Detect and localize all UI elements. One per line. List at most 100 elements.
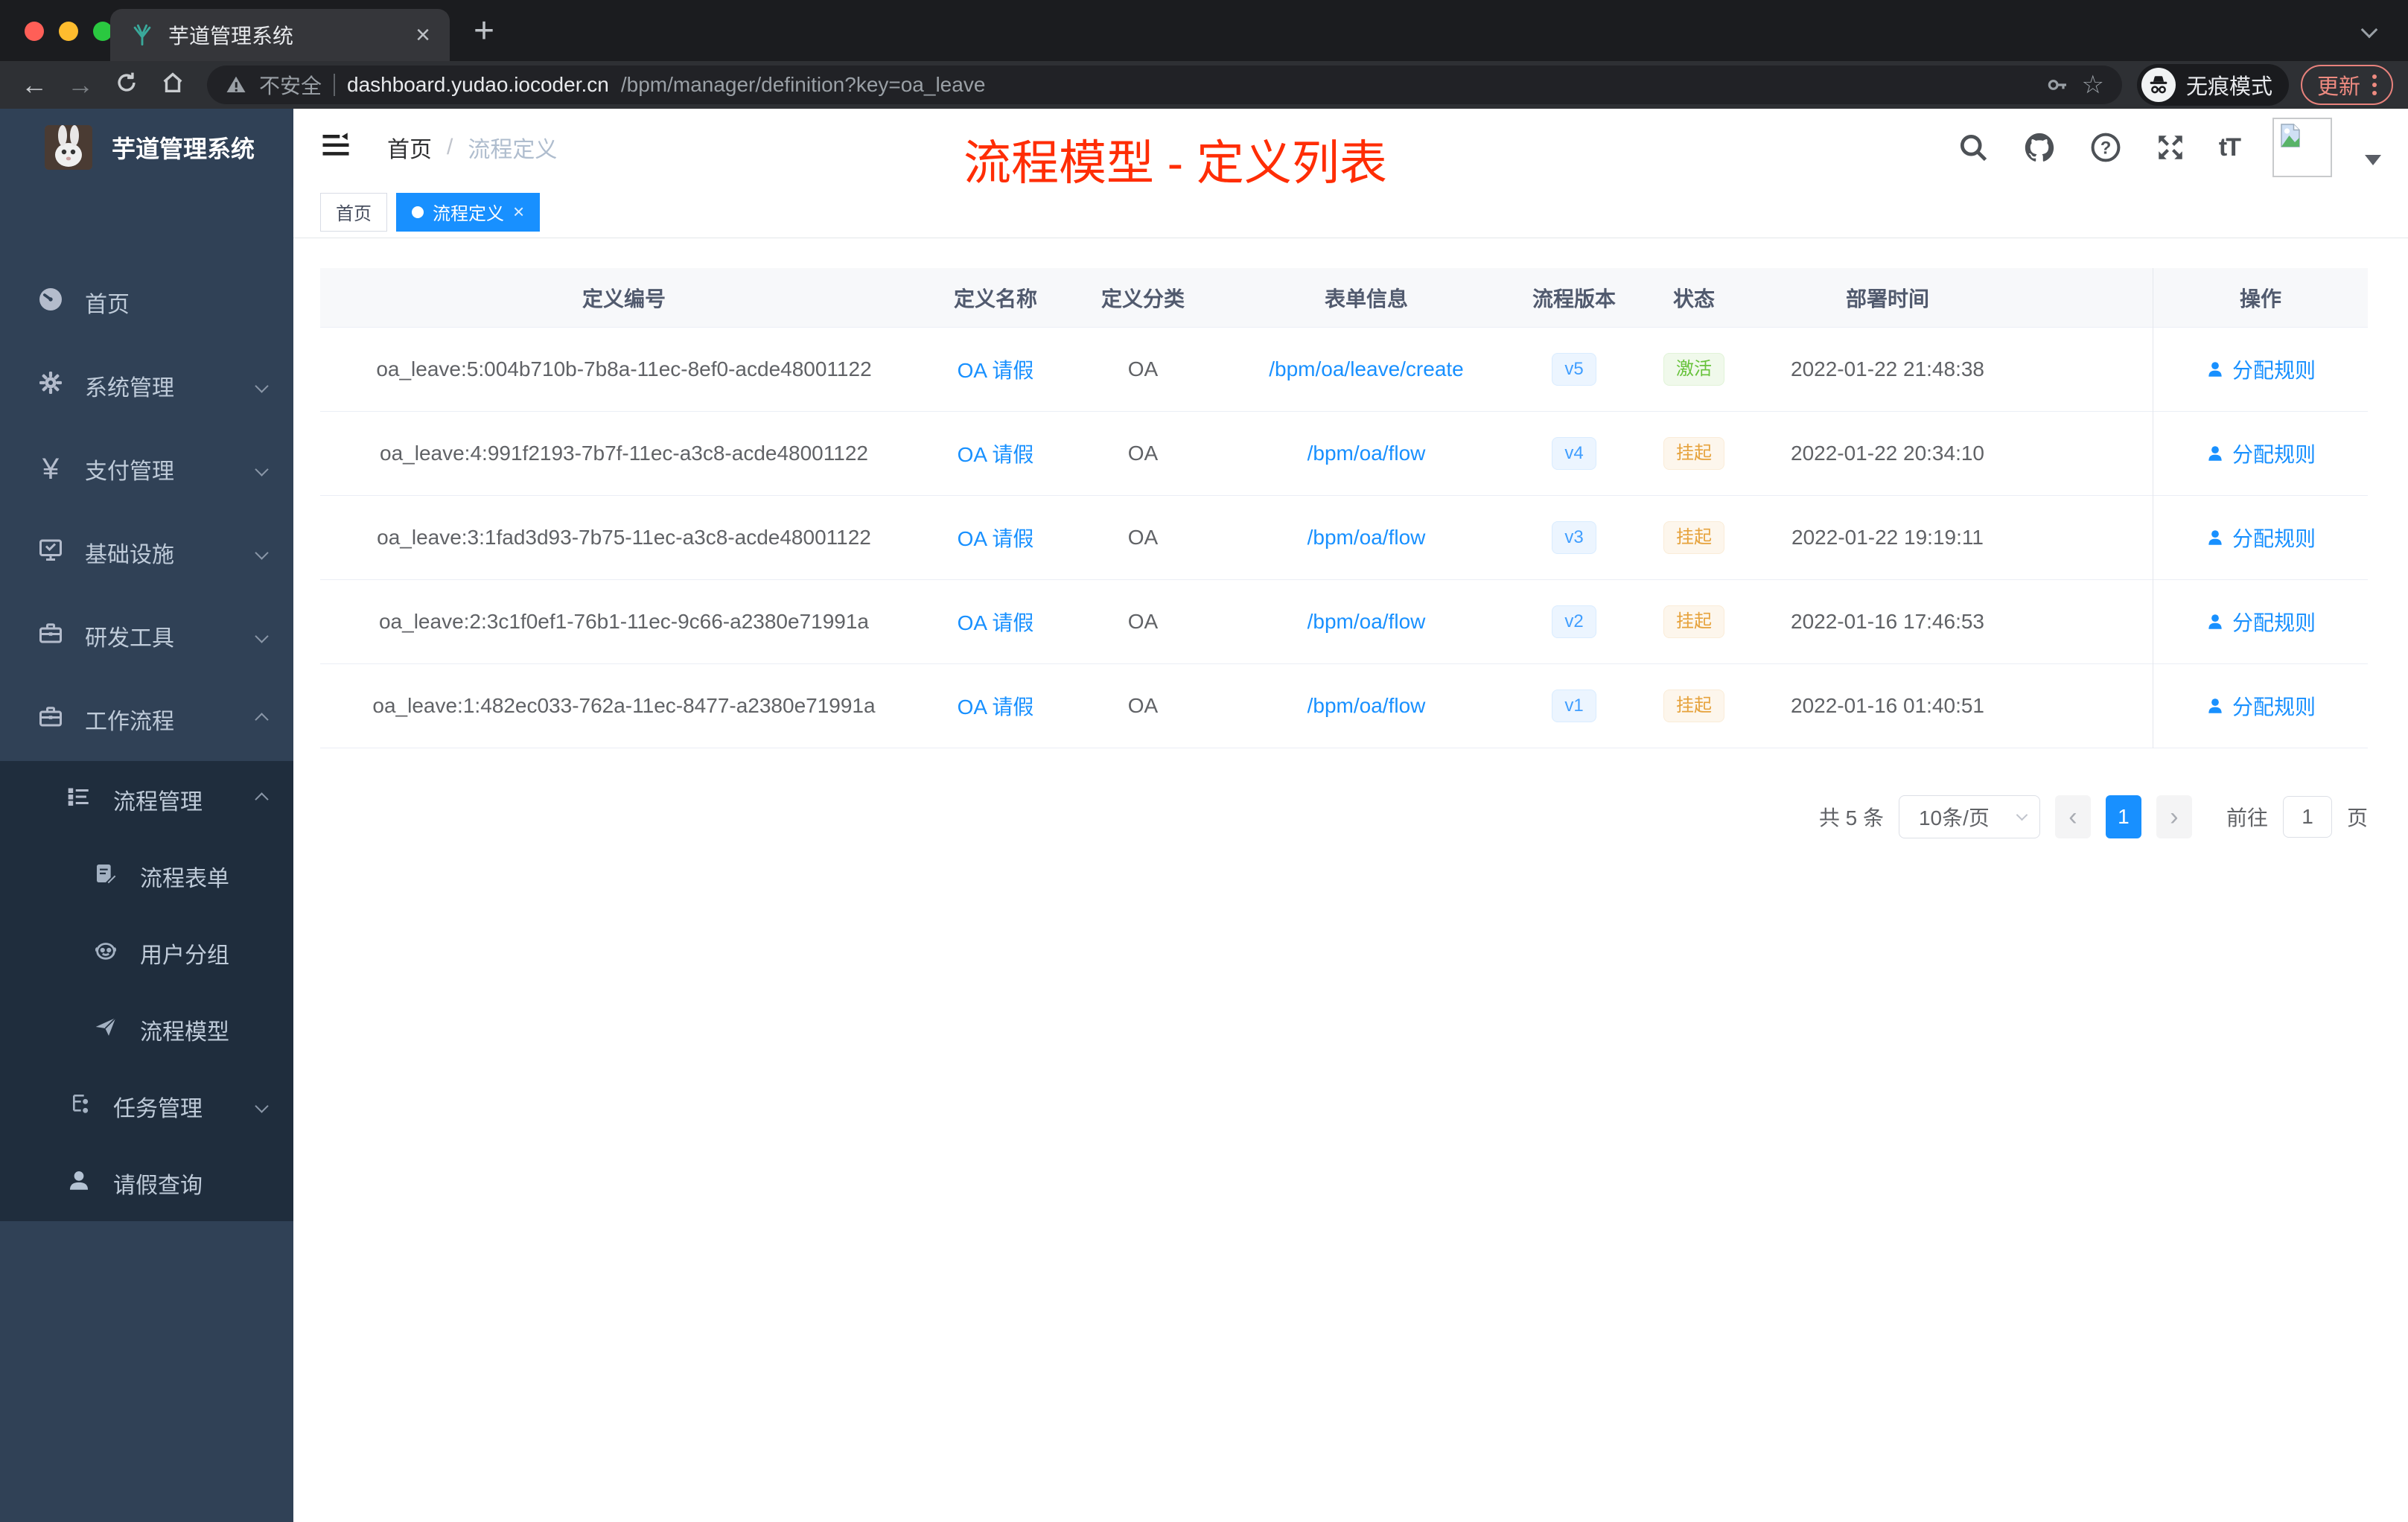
tab-search-chevron-icon[interactable]	[2360, 21, 2378, 39]
window-controls[interactable]	[25, 22, 112, 41]
tag-close-icon[interactable]: ×	[513, 200, 524, 223]
avatar-caret-icon[interactable]	[2365, 155, 2381, 165]
sidebar-item-process-model[interactable]: 流程模型	[0, 991, 293, 1068]
font-size-button[interactable]: tT	[2219, 133, 2241, 162]
sidebar-item-label: 用户分组	[140, 943, 229, 968]
sidebar-item-label: 基础设施	[85, 543, 174, 567]
navbar-actions: ? tT	[1957, 109, 2381, 186]
sidebar-item-payment[interactable]: ¥ 支付管理	[0, 427, 293, 511]
security-label[interactable]: 不安全	[259, 70, 322, 100]
incognito-badge: 无痕模式	[2136, 64, 2289, 106]
browser-menu-icon[interactable]	[2372, 74, 2377, 95]
github-icon[interactable]	[2022, 130, 2057, 165]
sidebar-item-workflow[interactable]: 工作流程	[0, 678, 293, 761]
window-close-button[interactable]	[25, 22, 44, 41]
definition-name-link[interactable]: OA 请假	[958, 527, 1034, 550]
sidebar-item-system[interactable]: 系统管理	[0, 344, 293, 427]
sidebar: 芋道管理系统 首页 系统管理 ¥ 支付管理 基础设施 研发工具 工作流程 流程管…	[0, 109, 293, 1522]
goto-page-input[interactable]: 1	[2282, 796, 2332, 838]
assign-rule-button[interactable]: 分配规则	[2205, 523, 2316, 553]
assign-rule-button[interactable]: 分配规则	[2205, 354, 2316, 384]
new-tab-button[interactable]: +	[474, 13, 494, 49]
face-icon	[91, 937, 121, 969]
col-header-id: 定义编号	[582, 287, 666, 311]
form-link[interactable]: /bpm/oa/leave/create	[1269, 357, 1464, 380]
chevron-up-icon	[255, 712, 269, 727]
goto-label: 前往	[2226, 806, 2268, 830]
status-badge: 挂起	[1663, 605, 1724, 639]
breadcrumb-current: 流程定义	[468, 138, 558, 162]
address-bar[interactable]: 不安全 dashboard.yudao.iocoder.cn/bpm/manag…	[207, 66, 2122, 104]
definition-id: oa_leave:5:004b710b-7b8a-11ec-8ef0-acde4…	[376, 357, 872, 380]
form-link[interactable]: /bpm/oa/flow	[1307, 610, 1426, 633]
page-annotation-title: 流程模型 - 定义列表	[963, 136, 1387, 190]
col-header-action: 操作	[2239, 287, 2281, 311]
password-key-icon[interactable]	[2045, 73, 2069, 97]
app-logo-row[interactable]: 芋道管理系统	[0, 109, 293, 186]
sidebar-item-label: 流程表单	[140, 866, 229, 891]
bookmark-star-icon[interactable]: ☆	[2081, 70, 2103, 100]
url-path[interactable]: /bpm/manager/definition?key=oa_leave	[621, 73, 986, 97]
sidebar-item-process-form[interactable]: 流程表单	[0, 838, 293, 914]
reload-icon[interactable]	[107, 70, 146, 100]
sidebar-item-leave-query[interactable]: 请假查询	[0, 1144, 293, 1221]
browser-tab[interactable]: 芋道管理系统 ×	[110, 9, 450, 61]
gear-icon	[36, 369, 66, 402]
col-header-form: 表单信息	[1324, 287, 1408, 311]
deploy-time: 2022-01-16 01:40:51	[1791, 694, 1984, 717]
url-host[interactable]: dashboard.yudao.iocoder.cn	[347, 73, 609, 97]
svg-text:?: ?	[2100, 138, 2112, 158]
col-header-version: 流程版本	[1532, 287, 1616, 311]
form-link[interactable]: /bpm/oa/flow	[1307, 526, 1426, 549]
col-header-category: 定义分类	[1101, 287, 1185, 311]
sidebar-item-process-mgmt[interactable]: 流程管理	[0, 761, 293, 838]
user-avatar[interactable]	[2272, 118, 2332, 177]
prev-page-button[interactable]: ‹	[2054, 795, 2091, 838]
next-page-button[interactable]: ›	[2156, 795, 2192, 838]
tab-title: 芋道管理系统	[168, 25, 294, 48]
sidebar-item-user-group[interactable]: 用户分组	[0, 914, 293, 991]
tab-close-icon[interactable]: ×	[415, 22, 430, 48]
forward-icon[interactable]: →	[61, 71, 100, 98]
version-badge: v3	[1552, 520, 1596, 555]
app-logo-avatar	[45, 125, 92, 170]
help-icon[interactable]: ?	[2089, 131, 2122, 164]
chevron-down-icon	[255, 378, 269, 393]
sidebar-item-task-mgmt[interactable]: 任务管理	[0, 1068, 293, 1144]
home-icon[interactable]	[153, 70, 192, 100]
sidebar-item-home[interactable]: 首页	[0, 261, 293, 344]
back-icon[interactable]: ←	[15, 71, 54, 98]
main-area: 首页 / 流程定义 流程模型 - 定义列表 ? tT 首页 流程定义 × 定义编…	[293, 109, 2408, 1522]
definition-name-link[interactable]: OA 请假	[958, 359, 1034, 382]
site-favicon-icon	[133, 24, 151, 46]
assign-rule-button[interactable]: 分配规则	[2205, 607, 2316, 637]
user-icon	[2208, 614, 2222, 629]
sidebar-item-devtools[interactable]: 研发工具	[0, 594, 293, 678]
fullscreen-icon[interactable]	[2155, 132, 2186, 163]
current-page-button[interactable]: 1	[2105, 795, 2141, 838]
incognito-label: 无痕模式	[2185, 75, 2272, 99]
breadcrumb-home[interactable]: 首页	[387, 131, 432, 164]
window-minimize-button[interactable]	[59, 22, 78, 41]
status-badge: 挂起	[1663, 436, 1724, 471]
definition-name-link[interactable]: OA 请假	[958, 611, 1034, 634]
sidebar-toggle-icon[interactable]	[320, 132, 351, 164]
sidebar-item-infra[interactable]: 基础设施	[0, 511, 293, 594]
sidebar-item-label: 研发工具	[85, 626, 174, 651]
deploy-time: 2022-01-22 19:19:11	[1791, 526, 1984, 549]
security-warning-icon[interactable]	[225, 74, 247, 96]
browser-update-button[interactable]: 更新	[2300, 65, 2393, 105]
form-link[interactable]: /bpm/oa/flow	[1307, 694, 1426, 717]
definition-name-link[interactable]: OA 请假	[958, 695, 1034, 719]
definition-name-link[interactable]: OA 请假	[958, 443, 1034, 466]
chevron-down-icon	[255, 545, 269, 560]
definition-category: OA	[1127, 442, 1159, 465]
search-icon[interactable]	[1957, 131, 1990, 164]
browser-tab-strip: 芋道管理系统 × +	[0, 0, 2408, 61]
page-size-select[interactable]: 10条/页	[1898, 795, 2040, 838]
assign-rule-button[interactable]: 分配规则	[2205, 439, 2316, 468]
form-link[interactable]: /bpm/oa/flow	[1307, 442, 1426, 465]
assign-rule-button[interactable]: 分配规则	[2205, 691, 2316, 721]
tag-process-definition[interactable]: 流程定义 ×	[396, 192, 541, 232]
tag-home[interactable]: 首页	[320, 192, 387, 232]
